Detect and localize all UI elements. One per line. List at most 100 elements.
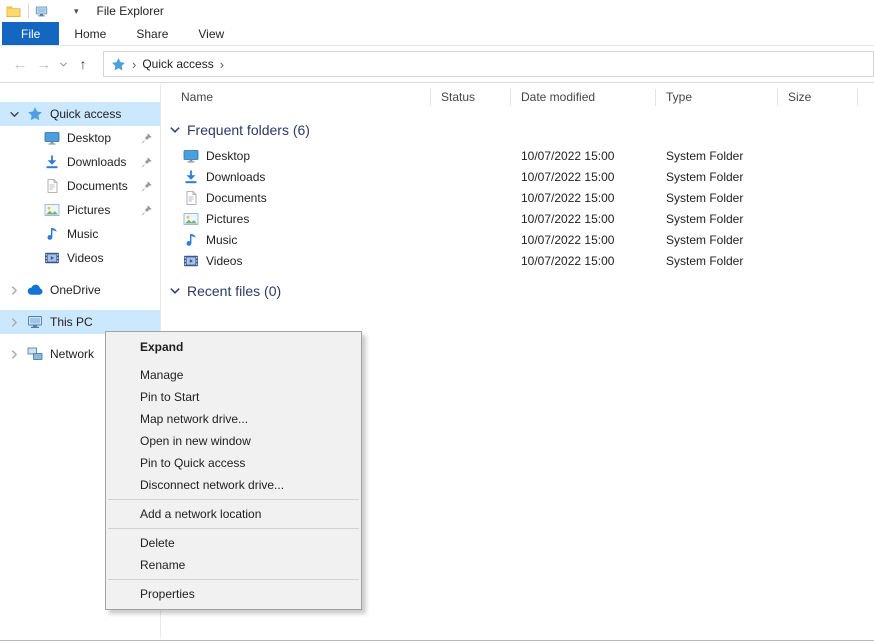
music-icon bbox=[183, 232, 199, 248]
desktop-icon bbox=[44, 130, 60, 146]
forward-button[interactable]: → bbox=[32, 56, 56, 73]
sidebar-item-label: Quick access bbox=[50, 107, 121, 121]
date-modified-cell: 10/07/2022 15:00 bbox=[511, 149, 656, 163]
group-header-frequent-folders[interactable]: Frequent folders (6) bbox=[169, 122, 874, 138]
sidebar-item-downloads[interactable]: Downloads bbox=[0, 150, 160, 174]
menu-separator bbox=[108, 499, 359, 500]
chevron-right-icon[interactable] bbox=[9, 317, 20, 328]
pin-icon bbox=[141, 204, 153, 216]
name-cell: Downloads bbox=[161, 169, 431, 185]
sidebar-item-label: Network bbox=[50, 347, 94, 361]
pin-icon bbox=[141, 132, 153, 144]
file-row-pictures[interactable]: Pictures 10/07/2022 15:00 System Folder bbox=[161, 208, 874, 229]
sidebar-item-label: OneDrive bbox=[50, 283, 101, 297]
ribbon-tabs: File Home Share View bbox=[0, 22, 874, 46]
file-name: Videos bbox=[206, 254, 242, 268]
column-header-type[interactable]: Type bbox=[656, 89, 778, 106]
quick-access-star-icon bbox=[27, 106, 43, 122]
date-modified-cell: 10/07/2022 15:00 bbox=[511, 170, 656, 184]
sidebar-item-label: Pictures bbox=[67, 203, 110, 217]
file-name: Pictures bbox=[206, 212, 249, 226]
context-menu-item-open-in-new-window[interactable]: Open in new window bbox=[106, 430, 361, 452]
breadcrumb-segment-quick-access[interactable]: Quick access bbox=[142, 57, 213, 71]
up-button[interactable]: ↑ bbox=[71, 56, 95, 72]
titlebar: ▾ File Explorer bbox=[0, 0, 874, 22]
context-menu-item-add-a-network-location[interactable]: Add a network location bbox=[106, 503, 361, 525]
file-name: Downloads bbox=[206, 170, 265, 184]
sidebar-item-documents[interactable]: Documents bbox=[0, 174, 160, 198]
file-name: Desktop bbox=[206, 149, 250, 163]
context-menu-item-properties[interactable]: Properties bbox=[106, 583, 361, 605]
recent-locations-dropdown-icon[interactable] bbox=[56, 60, 71, 69]
tab-home[interactable]: Home bbox=[59, 22, 121, 45]
document-icon bbox=[183, 190, 199, 206]
sidebar-item-music[interactable]: Music bbox=[0, 222, 160, 246]
downloads-icon bbox=[44, 154, 60, 170]
context-menu-item-delete[interactable]: Delete bbox=[106, 532, 361, 554]
tab-share[interactable]: Share bbox=[121, 22, 183, 45]
videos-icon bbox=[183, 253, 199, 269]
chevron-down-icon[interactable] bbox=[9, 109, 20, 120]
context-menu-item-expand[interactable]: Expand bbox=[106, 336, 361, 358]
file-name: Documents bbox=[206, 191, 267, 205]
pin-icon bbox=[141, 180, 153, 192]
date-modified-cell: 10/07/2022 15:00 bbox=[511, 212, 656, 226]
context-menu-item-pin-to-quick-access[interactable]: Pin to Quick access bbox=[106, 452, 361, 474]
sidebar-item-videos[interactable]: Videos bbox=[0, 246, 160, 270]
file-row-documents[interactable]: Documents 10/07/2022 15:00 System Folder bbox=[161, 187, 874, 208]
type-cell: System Folder bbox=[656, 212, 778, 226]
sidebar-item-onedrive[interactable]: OneDrive bbox=[0, 278, 160, 302]
menu-separator bbox=[108, 579, 359, 580]
name-cell: Music bbox=[161, 232, 431, 248]
file-row-videos[interactable]: Videos 10/07/2022 15:00 System Folder bbox=[161, 250, 874, 271]
breadcrumb-chevron-icon[interactable]: › bbox=[126, 57, 142, 72]
chevron-right-icon[interactable] bbox=[9, 349, 20, 360]
context-menu: Expand Manage Pin to Start Map network d… bbox=[105, 331, 362, 610]
context-menu-item-disconnect-network-drive[interactable]: Disconnect network drive... bbox=[106, 474, 361, 496]
date-modified-cell: 10/07/2022 15:00 bbox=[511, 233, 656, 247]
videos-icon bbox=[44, 250, 60, 266]
type-cell: System Folder bbox=[656, 170, 778, 184]
pictures-icon bbox=[183, 211, 199, 227]
downloads-icon bbox=[183, 169, 199, 185]
back-button[interactable]: ← bbox=[8, 56, 32, 73]
address-bar[interactable]: › Quick access › bbox=[103, 51, 874, 77]
sidebar-item-label: Desktop bbox=[67, 131, 111, 145]
name-cell: Documents bbox=[161, 190, 431, 206]
column-header-date-modified[interactable]: Date modified bbox=[511, 89, 656, 106]
quick-access-star-icon bbox=[111, 57, 126, 72]
name-cell: Videos bbox=[161, 253, 431, 269]
file-explorer-app-icon bbox=[5, 4, 22, 19]
sidebar-item-desktop[interactable]: Desktop bbox=[0, 126, 160, 150]
desktop-icon bbox=[183, 148, 199, 164]
file-row-desktop[interactable]: Desktop 10/07/2022 15:00 System Folder bbox=[161, 145, 874, 166]
type-cell: System Folder bbox=[656, 191, 778, 205]
file-row-downloads[interactable]: Downloads 10/07/2022 15:00 System Folder bbox=[161, 166, 874, 187]
group-header-recent-files[interactable]: Recent files (0) bbox=[169, 283, 874, 299]
file-name: Music bbox=[206, 233, 237, 247]
column-header-size[interactable]: Size bbox=[778, 89, 858, 106]
chevron-right-icon[interactable] bbox=[9, 285, 20, 296]
breadcrumb-chevron-icon[interactable]: › bbox=[214, 57, 230, 72]
sidebar-item-quick-access[interactable]: Quick access bbox=[0, 102, 160, 126]
menu-separator bbox=[108, 528, 359, 529]
date-modified-cell: 10/07/2022 15:00 bbox=[511, 254, 656, 268]
this-pc-icon bbox=[27, 314, 43, 330]
context-menu-item-pin-to-start[interactable]: Pin to Start bbox=[106, 386, 361, 408]
document-icon bbox=[44, 178, 60, 194]
file-row-music[interactable]: Music 10/07/2022 15:00 System Folder bbox=[161, 229, 874, 250]
context-menu-item-map-network-drive[interactable]: Map network drive... bbox=[106, 408, 361, 430]
column-header-status[interactable]: Status bbox=[431, 89, 511, 106]
sidebar-item-label: Downloads bbox=[67, 155, 126, 169]
column-header-name[interactable]: Name bbox=[161, 89, 431, 106]
tab-view[interactable]: View bbox=[183, 22, 239, 45]
context-menu-item-manage[interactable]: Manage bbox=[106, 364, 361, 386]
sidebar-item-pictures[interactable]: Pictures bbox=[0, 198, 160, 222]
context-menu-item-rename[interactable]: Rename bbox=[106, 554, 361, 576]
name-cell: Desktop bbox=[161, 148, 431, 164]
network-icon bbox=[27, 346, 43, 362]
tab-file[interactable]: File bbox=[2, 22, 59, 45]
qat-dropdown-icon[interactable]: ▾ bbox=[74, 6, 79, 17]
sidebar-item-label: Documents bbox=[67, 179, 128, 193]
qat-button-icon[interactable] bbox=[35, 5, 48, 18]
